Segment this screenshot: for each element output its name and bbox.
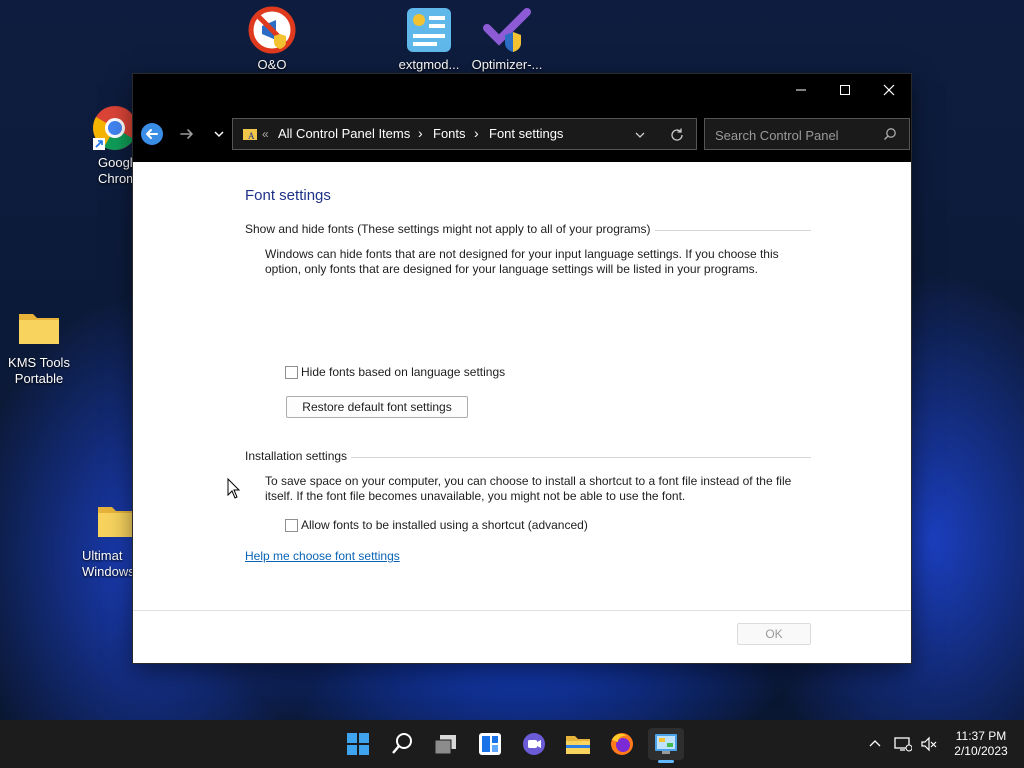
network-icon[interactable] <box>894 736 912 752</box>
search-input[interactable] <box>713 125 877 145</box>
address-overflow-chevrons[interactable]: « <box>262 127 269 141</box>
windows-logo-icon <box>347 733 369 755</box>
file-explorer-button[interactable] <box>562 728 594 760</box>
taskbar-search-button[interactable] <box>386 728 418 760</box>
breadcrumb-separator: › <box>418 125 423 141</box>
folder-icon <box>15 304 63 352</box>
show-hidden-icons-chevron-up-icon[interactable] <box>868 737 882 751</box>
clock[interactable]: 11:37 PM 2/10/2023 <box>946 729 1016 759</box>
address-bar[interactable]: A « All Control Panel Items › Fonts › Fo… <box>232 118 697 150</box>
clock-time: 11:37 PM <box>955 729 1007 743</box>
svg-text:A: A <box>248 131 255 141</box>
clock-date: 2/10/2023 <box>954 744 1008 758</box>
chrome-icon <box>91 104 139 152</box>
start-button[interactable] <box>342 728 374 760</box>
close-button[interactable] <box>867 74 911 106</box>
allow-shortcut-install-checkbox-label[interactable]: Allow fonts to be installed using a shor… <box>301 518 588 532</box>
footer-divider <box>133 610 911 611</box>
teams-chat-icon <box>523 733 545 755</box>
page-title: Font settings <box>245 187 331 204</box>
teams-chat-button[interactable] <box>518 728 550 760</box>
oo-shutup-icon <box>248 6 296 54</box>
firefox-button[interactable] <box>606 728 638 760</box>
widgets-icon <box>479 733 501 755</box>
control-panel-icon <box>655 734 677 754</box>
optimizer-icon <box>483 6 531 54</box>
group-divider <box>351 457 811 458</box>
search-icon[interactable] <box>883 127 897 141</box>
breadcrumb-fonts[interactable]: Fonts <box>433 126 466 141</box>
breadcrumb-separator: › <box>474 125 479 141</box>
forward-button[interactable] <box>175 122 199 146</box>
desktop-icon-kms-tools[interactable]: KMS Tools Portable <box>0 304 84 387</box>
forward-arrow-icon <box>180 129 193 139</box>
address-dropdown-icon[interactable] <box>633 128 647 142</box>
refresh-icon[interactable] <box>669 127 685 143</box>
desktop-icon-label: extgmod... <box>398 57 460 72</box>
desktop-icon-label: KMS Tools Portable <box>8 355 70 386</box>
search-box[interactable] <box>704 118 910 150</box>
file-explorer-icon <box>566 736 590 754</box>
show-hide-description: Windows can hide fonts that are not desi… <box>265 247 805 277</box>
task-view-button[interactable] <box>430 728 462 760</box>
group-divider <box>655 230 811 231</box>
description-line: To save space on your computer, you can … <box>265 474 792 488</box>
mouse-cursor-icon <box>227 478 241 499</box>
ok-button[interactable]: OK <box>737 623 811 645</box>
desktop-icon-extgmod[interactable]: extgmod... <box>384 6 474 73</box>
task-view-icon <box>434 735 456 755</box>
minimize-button[interactable] <box>779 74 823 106</box>
installation-group-title: Installation settings <box>245 449 348 463</box>
description-line: itself. If the font file becomes unavail… <box>265 489 686 503</box>
installation-description: To save space on your computer, you can … <box>265 474 805 504</box>
extgmod-icon <box>405 6 453 54</box>
taskbar: 11:37 PM 2/10/2023 <box>0 720 1024 768</box>
back-button[interactable] <box>140 122 164 146</box>
chevron-down-icon <box>214 131 224 138</box>
maximize-icon <box>840 84 850 95</box>
allow-shortcut-install-checkbox[interactable] <box>285 519 298 532</box>
breadcrumb-all-control-panel-items[interactable]: All Control Panel Items <box>278 126 410 141</box>
desktop-icon-oo[interactable]: O&O <box>227 6 317 73</box>
desktop-icon-optimizer[interactable]: Optimizer-... <box>462 6 552 73</box>
search-icon <box>392 733 412 754</box>
desktop-icon-label: O&O <box>257 57 287 72</box>
active-app-indicator <box>658 760 674 763</box>
volume-muted-icon[interactable] <box>920 736 938 752</box>
desktop-icon-label: Optimizer-... <box>471 57 543 72</box>
content-area: Font settings Show and hide fonts (These… <box>133 162 911 663</box>
hide-fonts-checkbox-label[interactable]: Hide fonts based on language settings <box>301 365 505 379</box>
widgets-button[interactable] <box>474 728 506 760</box>
maximize-button[interactable] <box>823 74 867 106</box>
control-panel-taskbar-button[interactable] <box>648 728 684 763</box>
back-arrow-icon <box>141 123 163 145</box>
minimize-icon <box>796 89 806 91</box>
breadcrumb-font-settings[interactable]: Font settings <box>489 126 563 141</box>
description-line: option, only fonts that are designed for… <box>265 262 758 276</box>
restore-default-font-settings-button[interactable]: Restore default font settings <box>286 396 468 418</box>
close-icon <box>883 84 895 96</box>
recent-locations-button[interactable] <box>211 126 227 142</box>
title-bar: A « All Control Panel Items › Fonts › Fo… <box>133 74 911 162</box>
show-hide-group-title: Show and hide fonts (These settings migh… <box>245 222 651 236</box>
hide-fonts-checkbox[interactable] <box>285 366 298 379</box>
font-settings-window: A « All Control Panel Items › Fonts › Fo… <box>133 74 911 663</box>
description-line: Windows can hide fonts that are not desi… <box>265 247 779 261</box>
help-me-choose-font-settings-link[interactable]: Help me choose font settings <box>245 549 400 563</box>
firefox-icon <box>611 733 633 755</box>
fonts-folder-icon: A <box>243 129 257 141</box>
